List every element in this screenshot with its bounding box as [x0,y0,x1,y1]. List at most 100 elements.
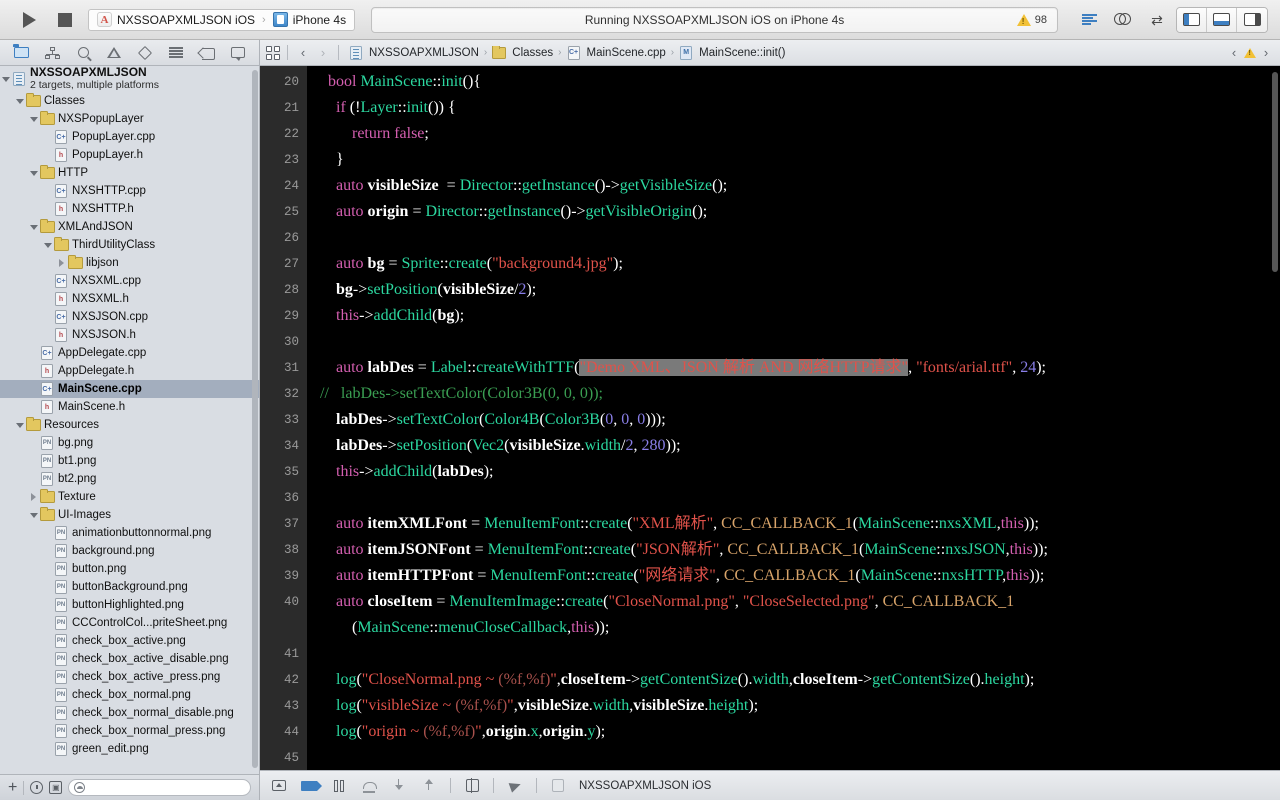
breadcrumb-item-mainscene-cpp[interactable]: C+ MainScene.cpp [564,45,669,60]
code-line[interactable] [308,485,1280,511]
tree-row-mainscene-cpp[interactable]: C+ MainScene.cpp [0,380,259,398]
step-out-button[interactable] [420,777,438,795]
filter-field[interactable] [68,779,251,796]
sidebar-item-test-navigator[interactable] [135,44,155,62]
code-line[interactable] [308,329,1280,355]
tree-row-appdelegate-h[interactable]: h AppDelegate.h [0,362,259,380]
related-items-icon[interactable] [266,45,280,60]
recent-files-button[interactable] [30,781,44,794]
navigator-scrollbar[interactable] [252,70,258,768]
tree-row-resources[interactable]: Resources [0,416,259,434]
tree-row-background-png[interactable]: PN background.png [0,542,259,560]
code-line[interactable]: labDes->setPosition(Vec2(visibleSize.wid… [308,433,1280,459]
breadcrumb-item-mainscene-init-[interactable]: M MainScene::init() [676,45,788,60]
previous-issue-button[interactable]: ‹ [1226,44,1242,62]
tree-row-cccontrolcol-pritesheet-png[interactable]: PN CCControlCol...priteSheet.png [0,614,259,632]
pause-button[interactable] [330,777,348,795]
code-line[interactable]: } [308,147,1280,173]
tree-row-nxsjson-cpp[interactable]: C+ NXSJSON.cpp [0,308,259,326]
sidebar-item-log-navigator[interactable] [228,44,248,62]
code-line[interactable]: auto visibleSize = Director::getInstance… [308,173,1280,199]
editor-standard-button[interactable] [1074,8,1104,32]
disclosure-triangle[interactable] [14,98,25,104]
tree-row-appdelegate-cpp[interactable]: C+ AppDelegate.cpp [0,344,259,362]
breadcrumb-item-classes[interactable]: Classes [489,45,556,59]
tree-row-nxshttp-cpp[interactable]: C+ NXSHTTP.cpp [0,182,259,200]
sidebar-item-project-navigator[interactable] [11,44,31,62]
code-line[interactable]: this->addChild(labDes); [308,459,1280,485]
disclosure-triangle[interactable] [28,170,39,176]
stop-button[interactable] [52,8,78,32]
code-line[interactable] [308,745,1280,770]
editor-assistant-button[interactable] [1108,8,1138,32]
toggle-utilities-button[interactable] [1237,7,1267,32]
code-line[interactable] [308,641,1280,667]
tree-row-buttonbackground-png[interactable]: PN buttonBackground.png [0,578,259,596]
tree-row-bt1-png[interactable]: PN bt1.png [0,452,259,470]
disclosure-triangle[interactable] [28,493,39,501]
project-twisty[interactable] [0,76,11,82]
tree-row-nxsjson-h[interactable]: h NXSJSON.h [0,326,259,344]
tree-row-check-box-active-press-png[interactable]: PN check_box_active_press.png [0,668,259,686]
tree-row-nxsxml-h[interactable]: h NXSXML.h [0,290,259,308]
disclosure-triangle[interactable] [28,116,39,122]
code-line[interactable]: bg->setPosition(visibleSize/2); [308,277,1280,303]
code-line[interactable] [308,225,1280,251]
tree-row-green-edit-png[interactable]: PN green_edit.png [0,740,259,758]
source-control-filter-button[interactable]: ▣ [49,781,63,794]
toggle-navigator-button[interactable] [1177,7,1207,32]
tree-row-buttonhighlighted-png[interactable]: PN buttonHighlighted.png [0,596,259,614]
sidebar-item-debug-navigator[interactable] [166,44,186,62]
hide-debug-area-button[interactable] [270,777,288,795]
go-back-button[interactable]: ‹ [295,44,311,62]
tree-row-check-box-active-png[interactable]: PN check_box_active.png [0,632,259,650]
code-text[interactable]: bool MainScene::init(){ if (!Layer::init… [308,66,1280,770]
code-line[interactable]: (MainScene::menuCloseCallback,this)); [308,615,1280,641]
code-line[interactable]: if (!Layer::init()) { [308,95,1280,121]
tree-row-bt2-png[interactable]: PN bt2.png [0,470,259,488]
code-line[interactable]: bool MainScene::init(){ [308,69,1280,95]
editor-version-button[interactable]: ⇄ [1142,8,1172,32]
code-line[interactable]: auto closeItem = MenuItemImage::create("… [308,589,1280,615]
activate-breakpoints-button[interactable] [300,777,322,795]
add-file-button[interactable]: + [8,779,17,796]
code-line[interactable]: labDes->setTextColor(Color4B(Color3B(0, … [308,407,1280,433]
tree-row-bg-png[interactable]: PN bg.png [0,434,259,452]
status-warning-group[interactable]: 98 [1016,13,1047,26]
code-line[interactable]: return false; [308,121,1280,147]
run-button[interactable] [16,8,42,32]
next-issue-button[interactable]: › [1258,44,1274,62]
code-line[interactable]: auto itemHTTPFont = MenuItemFont::create… [308,563,1280,589]
code-line[interactable]: log("CloseNormal.png ~ (%f,%f)",closeIte… [308,667,1280,693]
tree-row-check-box-normal-press-png[interactable]: PN check_box_normal_press.png [0,722,259,740]
disclosure-triangle[interactable] [28,512,39,518]
tree-row-ui-images[interactable]: UI-Images [0,506,259,524]
tree-row-mainscene-h[interactable]: h MainScene.h [0,398,259,416]
code-line[interactable]: auto itemXMLFont = MenuItemFont::create(… [308,511,1280,537]
tree-row-texture[interactable]: Texture [0,488,259,506]
tree-row-check-box-normal-png[interactable]: PN check_box_normal.png [0,686,259,704]
code-line[interactable]: log("origin ~ (%f,%f)",origin.x,origin.y… [308,719,1280,745]
toggle-debug-button[interactable] [1207,7,1237,32]
tree-row-xmlandjson[interactable]: XMLAndJSON [0,218,259,236]
disclosure-triangle[interactable] [28,224,39,230]
tree-row-nxshttp-h[interactable]: h NXSHTTP.h [0,200,259,218]
simulate-ui-button[interactable] [463,777,481,795]
step-over-button[interactable] [360,777,378,795]
sidebar-item-symbol-navigator[interactable] [42,44,62,62]
tree-row-libjson[interactable]: libjson [0,254,259,272]
scheme-selector[interactable]: A NXSSOAPXMLJSON iOS › iPhone 4s [88,8,356,31]
warning-triangle-icon[interactable] [1244,47,1256,58]
sidebar-item-find-navigator[interactable] [73,44,93,62]
tree-row-check-box-normal-disable-png[interactable]: PN check_box_normal_disable.png [0,704,259,722]
code-line[interactable]: log("visibleSize ~ (%f,%f)",visibleSize.… [308,693,1280,719]
breadcrumb-item-nxssoapxmljson[interactable]: NXSSOAPXMLJSON [346,45,482,60]
source-editor[interactable]: 20 21 22 23 24 25 26 27 28 29 30 31 32 33 34 35 36 37 38 39… [260,66,1280,770]
sidebar-item-breakpoint-navigator[interactable] [197,44,217,62]
code-line[interactable]: this->addChild(bg); [308,303,1280,329]
tree-row-classes[interactable]: Classes [0,92,259,110]
go-forward-button[interactable]: › [315,44,331,62]
disclosure-triangle[interactable] [42,242,53,248]
editor-scrollbar[interactable] [1272,72,1278,272]
code-line[interactable]: auto labDes = Label::createWithTTF("Demo… [308,355,1280,381]
